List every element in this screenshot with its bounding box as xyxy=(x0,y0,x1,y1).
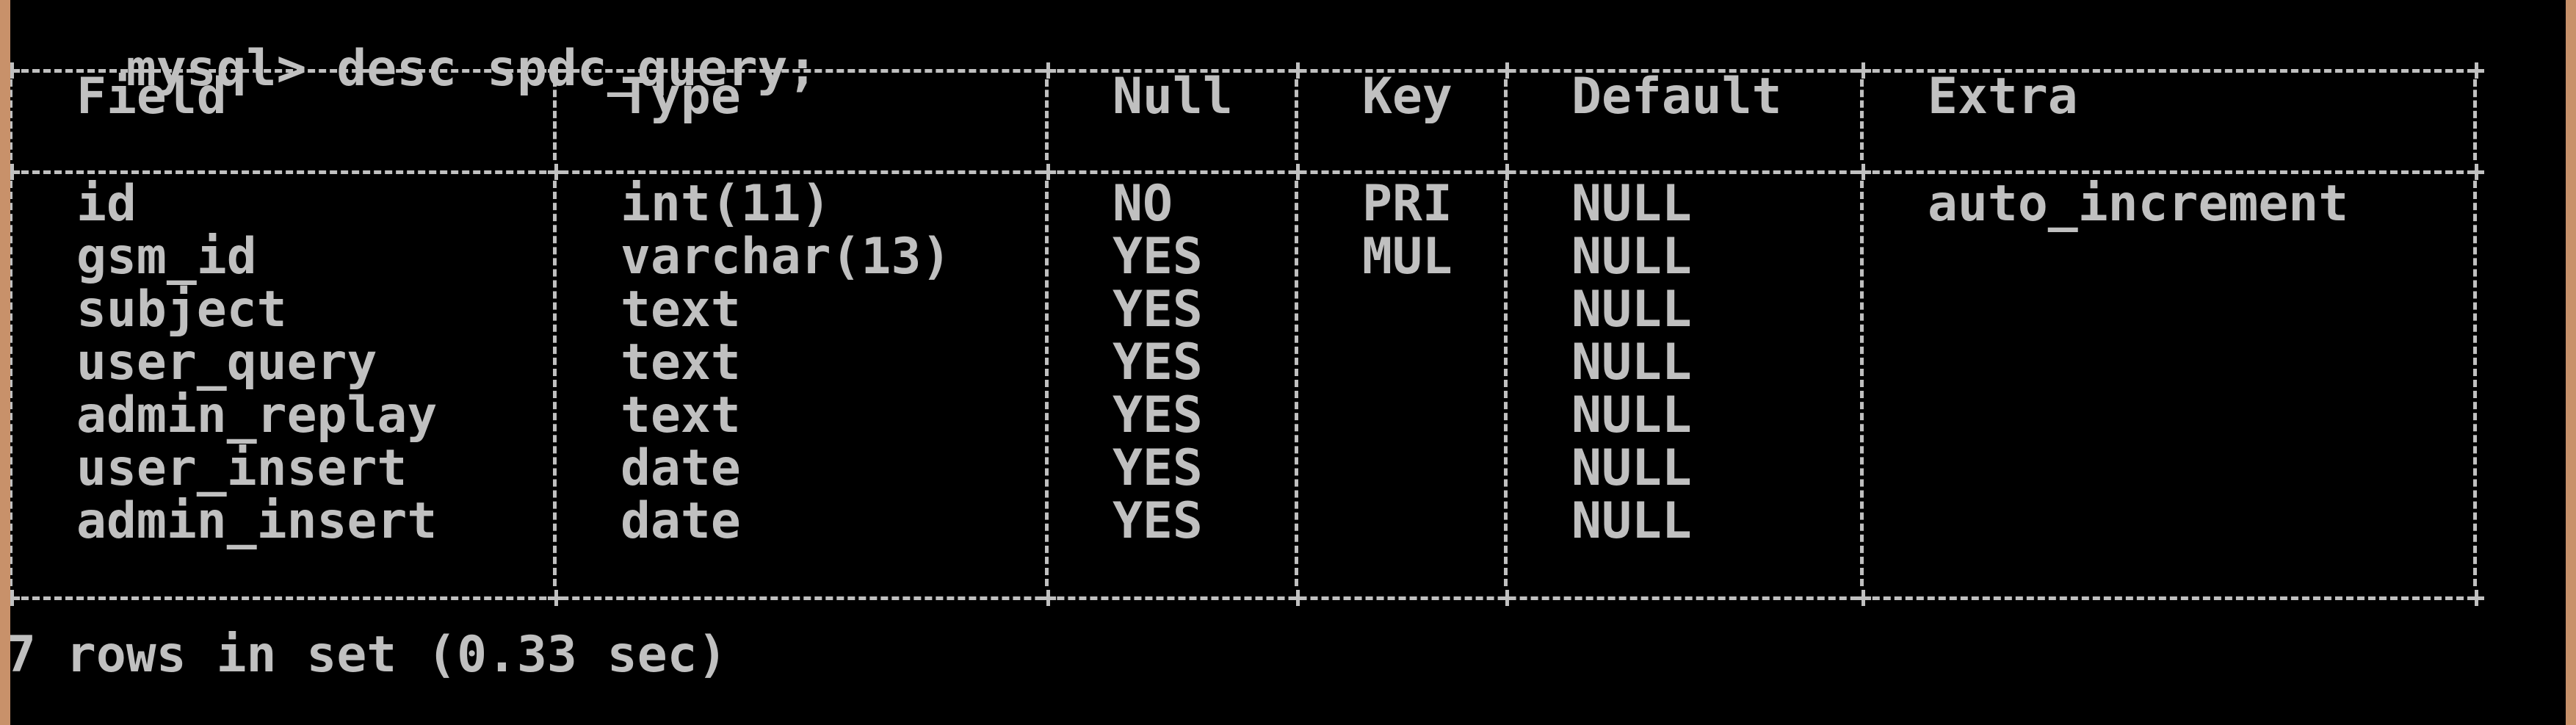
mysql-console-window[interactable]: mysql> desc spdc_query; Field Type Null Key… xyxy=(0,0,2576,725)
table-corner-plus xyxy=(1855,62,1871,79)
table-column-divider xyxy=(1860,181,1867,586)
table-column-divider xyxy=(2473,181,2481,586)
table-cell: user_insert xyxy=(76,439,408,497)
command-line: mysql> desc spdc_query; xyxy=(6,0,818,95)
window-left-border xyxy=(0,0,10,725)
table-cell: YES xyxy=(1112,228,1203,286)
table-cell: text xyxy=(621,333,741,392)
column-header-default: Default xyxy=(1571,68,1782,126)
table-cell: gsm_id xyxy=(76,228,257,286)
table-corner-plus xyxy=(2468,62,2484,79)
table-corner-plus xyxy=(1040,62,1056,79)
column-header-extra: Extra xyxy=(1928,68,2078,126)
table-corner-plus xyxy=(2468,164,2484,180)
table-corner-plus xyxy=(1289,590,1306,606)
table-cell: subject xyxy=(76,281,287,339)
column-header-null: Null xyxy=(1112,68,1233,126)
table-cell: YES xyxy=(1112,492,1203,550)
table-cell: user_query xyxy=(76,333,377,392)
column-header-type: Type xyxy=(621,68,741,126)
table-cell: NULL xyxy=(1571,492,1692,550)
table-separator-line xyxy=(10,69,2475,77)
table-column-divider xyxy=(1045,79,1052,160)
table-column-divider xyxy=(1860,79,1867,160)
table-corner-plus xyxy=(1855,590,1871,606)
table-corner-plus xyxy=(1855,164,1871,180)
table-column-divider xyxy=(553,181,560,586)
table-corner-plus xyxy=(1499,164,1515,180)
table-corner-plus xyxy=(548,164,564,180)
table-cell: YES xyxy=(1112,281,1203,339)
table-cell: date xyxy=(621,439,741,497)
table-cell: text xyxy=(621,281,741,339)
table-cell: NULL xyxy=(1571,281,1692,339)
table-separator-line xyxy=(10,596,2475,605)
table-column-divider xyxy=(2473,79,2481,160)
table-cell: NULL xyxy=(1571,439,1692,497)
column-header-field: Field xyxy=(76,68,227,126)
table-column-divider xyxy=(1504,79,1511,160)
table-corner-plus xyxy=(548,590,564,606)
table-column-divider xyxy=(553,79,560,160)
table-cell: int(11) xyxy=(621,175,831,233)
table-cell: NULL xyxy=(1571,175,1692,233)
table-cell: YES xyxy=(1112,386,1203,444)
window-right-border xyxy=(2566,0,2576,725)
table-corner-plus xyxy=(1040,164,1056,180)
table-corner-plus xyxy=(1289,164,1306,180)
table-corner-plus xyxy=(1040,590,1056,606)
table-cell: PRI xyxy=(1362,175,1452,233)
table-column-divider xyxy=(1295,181,1302,586)
table-corner-plus xyxy=(1289,62,1306,79)
result-summary: 7 rows in set (0.33 sec) xyxy=(6,626,728,684)
table-cell: NULL xyxy=(1571,333,1692,392)
table-cell: NO xyxy=(1112,175,1173,233)
table-cell: auto_increment xyxy=(1928,175,2349,233)
table-cell: NULL xyxy=(1571,386,1692,444)
table-corner-plus xyxy=(548,62,564,79)
table-corner-plus xyxy=(1499,590,1515,606)
table-cell: admin_insert xyxy=(76,492,438,550)
table-column-divider xyxy=(1045,181,1052,586)
table-cell: NULL xyxy=(1571,228,1692,286)
table-cell: YES xyxy=(1112,439,1203,497)
table-corner-plus xyxy=(2468,590,2484,606)
table-cell: id xyxy=(76,175,137,233)
table-cell: MUL xyxy=(1362,228,1452,286)
column-header-key: Key xyxy=(1362,68,1452,126)
table-cell: varchar(13) xyxy=(621,228,952,286)
table-column-divider xyxy=(1295,79,1302,160)
table-cell: YES xyxy=(1112,333,1203,392)
table-cell: admin_replay xyxy=(76,386,438,444)
table-column-divider xyxy=(1504,181,1511,586)
table-cell: date xyxy=(621,492,741,550)
table-cell: text xyxy=(621,386,741,444)
table-corner-plus xyxy=(1499,62,1515,79)
